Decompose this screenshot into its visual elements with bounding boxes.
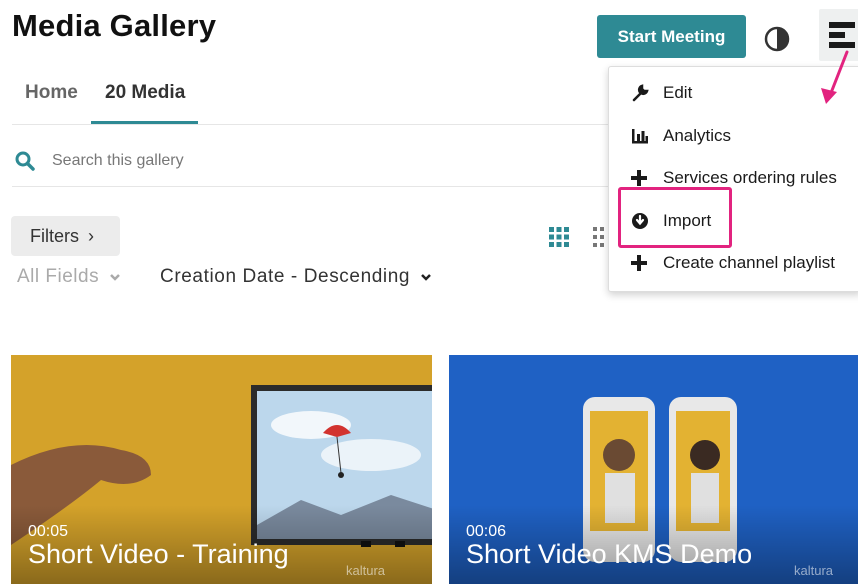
media-card[interactable]: 00:05 Short Video - Training kaltura — [11, 355, 432, 584]
menu-item-services-ordering-rules[interactable]: Services ordering rules — [631, 168, 837, 188]
menu-item-create-channel-playlist[interactable]: Create channel playlist — [631, 253, 835, 273]
bar-chart-icon — [631, 128, 653, 144]
import-highlight-box — [618, 187, 732, 248]
list-view-icon[interactable] — [592, 226, 606, 248]
menu-bar-icon — [829, 22, 855, 28]
grid-view-icon[interactable] — [548, 226, 570, 248]
tab-media[interactable]: 20 Media — [105, 82, 185, 104]
menu-item-edit[interactable]: Edit — [631, 83, 692, 103]
search-icon[interactable] — [14, 150, 36, 172]
chevron-down-icon — [421, 274, 431, 281]
chevron-right-icon: › — [88, 225, 94, 246]
media-card[interactable]: 00:06 Short Video KMS Demo kaltura — [449, 355, 858, 584]
divider — [12, 186, 612, 187]
video-title[interactable]: Short Video KMS Demo — [466, 539, 752, 570]
fields-label: All Fields — [17, 266, 100, 287]
sort-dropdown[interactable]: Creation Date - Descending — [160, 266, 432, 288]
menu-item-analytics[interactable]: Analytics — [631, 126, 731, 146]
kaltura-logo: kaltura — [794, 563, 834, 578]
filters-label: Filters — [30, 225, 79, 246]
plus-icon — [631, 255, 653, 271]
contrast-icon[interactable] — [764, 26, 790, 52]
search-input[interactable]: Search this gallery — [52, 152, 184, 170]
annotation-arrow-icon — [821, 50, 849, 104]
video-title[interactable]: Short Video - Training — [28, 539, 289, 570]
fields-dropdown[interactable]: All Fields — [17, 266, 121, 288]
plus-icon — [631, 170, 653, 186]
start-meeting-button[interactable]: Start Meeting — [597, 15, 746, 58]
filters-button[interactable]: Filters › — [11, 216, 120, 256]
page-title: Media Gallery — [12, 8, 217, 43]
tab-home[interactable]: Home — [25, 82, 78, 104]
kaltura-logo: kaltura — [346, 563, 386, 578]
sort-label: Creation Date - Descending — [160, 266, 411, 287]
divider — [12, 124, 612, 125]
wrench-icon — [631, 84, 653, 102]
menu-bar-icon — [829, 32, 845, 38]
chevron-down-icon — [109, 274, 120, 281]
